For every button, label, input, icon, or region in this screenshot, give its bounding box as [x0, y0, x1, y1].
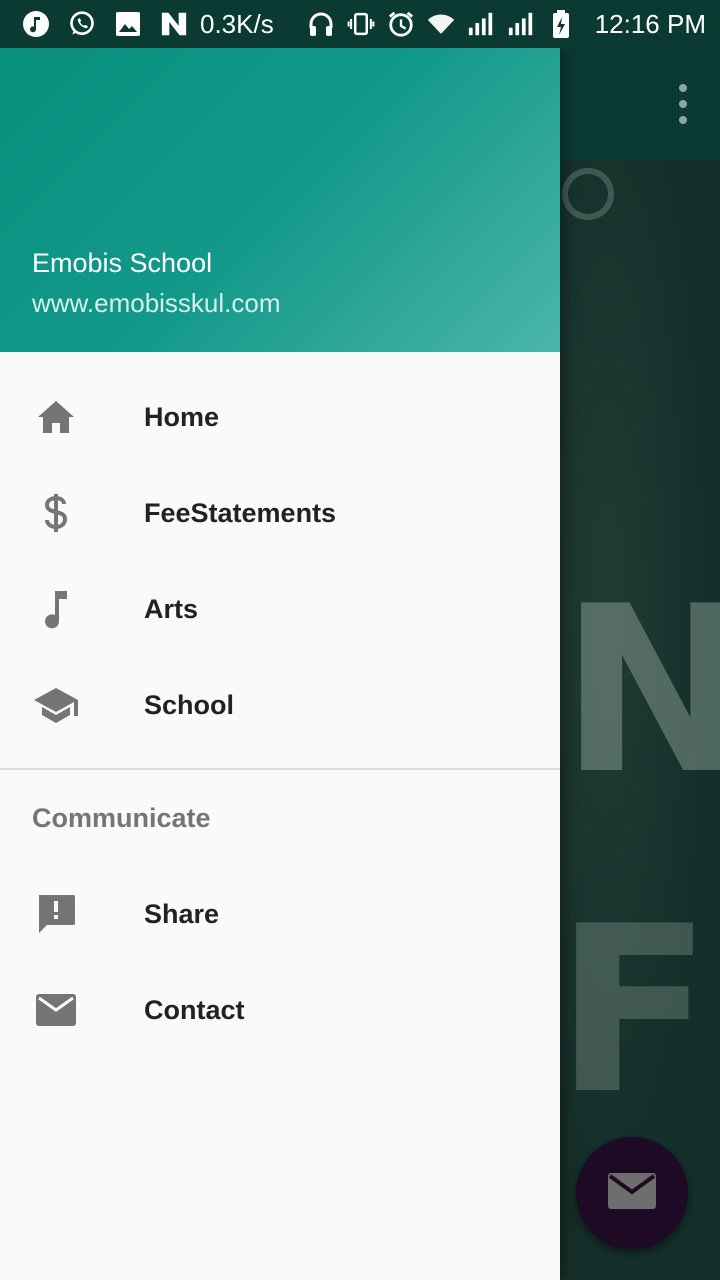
- menu-item-label: School: [144, 689, 235, 720]
- section-title-communicate: Communicate: [32, 802, 211, 833]
- menu-item-label: Contact: [144, 994, 245, 1025]
- menu-item-contact[interactable]: Contact: [0, 962, 560, 1058]
- home-icon: [32, 393, 80, 441]
- school-icon: [32, 681, 80, 729]
- menu-item-feestatements[interactable]: FeeStatements: [0, 465, 560, 561]
- headset-icon: [307, 10, 335, 38]
- music-icon: [22, 10, 50, 38]
- signal-icon: [467, 10, 495, 38]
- drawer-menu: Home FeeStatements Arts School Communica…: [0, 352, 560, 1058]
- drawer-header: Emobis School www.emobisskul.com: [0, 48, 560, 352]
- whatsapp-icon: [68, 10, 96, 38]
- menu-item-share[interactable]: Share: [0, 866, 560, 962]
- n-notification-icon: [160, 10, 188, 38]
- alarm-icon: [387, 10, 415, 38]
- menu-item-label: Arts: [144, 593, 199, 624]
- drawer-header-subtitle: www.emobisskul.com: [32, 288, 281, 318]
- menu-item-label: FeeStatements: [144, 497, 337, 528]
- fab-mail-button[interactable]: [576, 1137, 688, 1249]
- menu-item-label: Share: [144, 898, 220, 929]
- drawer-header-title: Emobis School: [32, 248, 213, 278]
- music-note-icon: [32, 585, 80, 633]
- status-bar: 0.3K/s 12:16 PM: [0, 0, 720, 48]
- mail-icon: [32, 986, 80, 1034]
- battery-charging-icon: [547, 10, 575, 38]
- image-icon: [114, 10, 142, 38]
- menu-item-arts[interactable]: Arts: [0, 561, 560, 657]
- menu-item-label: Home: [144, 401, 220, 432]
- overflow-menu-icon[interactable]: [674, 84, 692, 124]
- dollar-icon: [32, 489, 80, 537]
- feedback-icon: [32, 890, 80, 938]
- chalk-swirl: [562, 168, 614, 220]
- wifi-icon: [427, 10, 455, 38]
- navigation-drawer: Emobis School www.emobisskul.com Home Fe…: [0, 48, 560, 1280]
- mail-icon: [606, 1171, 658, 1216]
- chalk-text: NG: [560, 558, 720, 825]
- clock: 12:16 PM: [594, 8, 706, 39]
- menu-item-school[interactable]: School: [0, 657, 560, 753]
- chalk-text: F: [555, 878, 713, 1145]
- menu-item-home[interactable]: Home: [0, 369, 560, 465]
- net-speed: 0.3K/s: [200, 8, 274, 39]
- vibrate-icon: [347, 10, 375, 38]
- signal-icon: [507, 10, 535, 38]
